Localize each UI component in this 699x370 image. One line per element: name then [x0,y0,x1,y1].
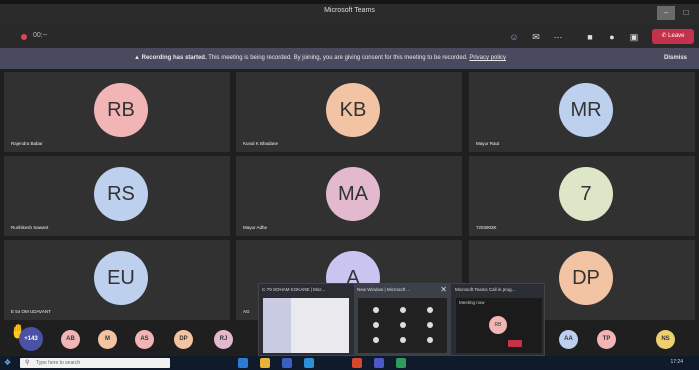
close-icon[interactable]: ✕ [440,285,447,294]
banner-message: ▲ Recording has started. This meeting is… [134,48,506,69]
maximize-button[interactable]: □ [677,6,695,20]
file-explorer-icon[interactable] [260,358,270,368]
tray-avatar[interactable]: RJ [214,330,233,349]
more-options-icon[interactable]: ⋯ [552,31,564,43]
participant-name: Rushikesh Sawant [11,225,49,230]
avatar: 7 [559,167,613,221]
teams-icon[interactable] [374,358,384,368]
participant-tile[interactable]: EU E 54 OM UDAVANT [4,240,230,320]
participant-name: AG [243,309,250,314]
avatar: RB [94,83,148,137]
edge-icon[interactable] [238,358,248,368]
banner-bold: Recording has started. [141,55,207,61]
thumbnail-caption: Microsoft Teams Call in prog... [455,287,516,292]
preview-grid-icon [373,307,433,343]
avatar: MA [326,167,380,221]
microphone-icon[interactable]: ● [606,31,618,43]
tray-avatar[interactable]: DP [174,330,193,349]
thumbnail-preview [358,298,447,353]
participant-count[interactable]: +143 [19,327,43,351]
taskbar-preview-popup: C-79 SOHAM KOKANE | Micr... New Window |… [258,283,546,357]
window-thumbnail[interactable]: C-79 SOHAM KOKANE | Micr... [259,284,353,357]
participant-name: Rajendra Babar [11,141,43,146]
tray-avatar[interactable]: NS [656,330,675,349]
share-screen-icon[interactable]: ▣ [628,31,640,43]
leave-label: Leave [668,33,685,39]
participant-tile[interactable]: RB Rajendra Babar [4,72,230,152]
participant-tile[interactable]: KB Kunal K Bhadane [236,72,462,152]
preview-meeting-label: Meeting now [459,300,485,305]
participant-tile[interactable]: 7 7203903K [469,156,695,236]
thumbnail-caption: C-79 SOHAM KOKANE | Micr... [262,287,326,292]
recording-icon [21,34,27,40]
mail-icon[interactable] [282,358,292,368]
privacy-policy-link[interactable]: Privacy policy [469,55,506,61]
preview-avatar: RB [489,316,507,334]
chrome-icon[interactable] [396,358,406,368]
tray-avatar[interactable]: AA [559,330,578,349]
windows-taskbar: ❖ ⚲ Type here to search 17:24 [0,356,699,370]
search-icon: ⚲ [25,360,30,366]
window-title: Microsoft Teams [324,7,375,14]
office-icon[interactable] [352,358,362,368]
avatar: EU [94,251,148,305]
title-bar: Microsoft Teams – □ [0,0,699,24]
participant-tile[interactable]: MA Mayur Adhe [236,156,462,236]
store-icon[interactable] [304,358,314,368]
search-placeholder: Type here to search [36,360,81,366]
participant-tile[interactable]: MR Mayur Raut [469,72,695,152]
recording-banner: ▲ Recording has started. This meeting is… [0,48,699,69]
tray-avatar[interactable]: AB [61,330,80,349]
search-input[interactable]: ⚲ Type here to search [20,358,170,368]
participant-name: E 54 OM UDAVANT [11,309,51,314]
preview-sidebar [263,298,291,353]
avatar: KB [326,83,380,137]
banner-text: This meeting is being recorded. By joini… [208,55,468,61]
participants-icon[interactable]: ☺ [508,31,520,43]
avatar: MR [559,83,613,137]
camera-icon[interactable]: ■ [584,31,596,43]
windows-start-icon[interactable]: ❖ [4,358,14,368]
leave-button[interactable]: ✆ Leave [652,29,694,44]
avatar: DP [559,251,613,305]
preview-leave-icon [508,340,522,347]
window-thumbnail[interactable]: New Window | Microsoft ... ✕ [354,284,451,357]
participant-name: Mayur Raut [476,141,500,146]
avatar: RS [94,167,148,221]
tray-avatar[interactable]: TP [597,330,616,349]
thumbnail-preview [263,298,349,353]
tray-avatar[interactable]: AS [135,330,154,349]
participant-name: Kunal K Bhadane [243,141,279,146]
meeting-timer: 00:-- [33,32,48,39]
tray-avatar[interactable]: M [98,330,117,349]
participant-name: Mayur Adhe [243,225,268,230]
minimize-button[interactable]: – [657,6,675,20]
thumbnail-caption: New Window | Microsoft ... [357,287,411,292]
chat-icon[interactable]: ✉ [530,31,542,43]
meeting-toolbar: 00:-- ☺ ✉ ⋯ ■ ● ▣ ✆ Leave [0,24,699,48]
window-thumbnail[interactable]: Microsoft Teams Call in prog... Meeting … [452,284,546,357]
dismiss-button[interactable]: Dismiss [664,48,687,69]
warning-icon: ▲ [134,55,142,61]
taskbar-clock: 17:24 [670,359,683,365]
thumbnail-preview: Meeting now RB [456,298,542,353]
participant-tile[interactable]: RS Rushikesh Sawant [4,156,230,236]
participant-name: 7203903K [476,225,497,230]
